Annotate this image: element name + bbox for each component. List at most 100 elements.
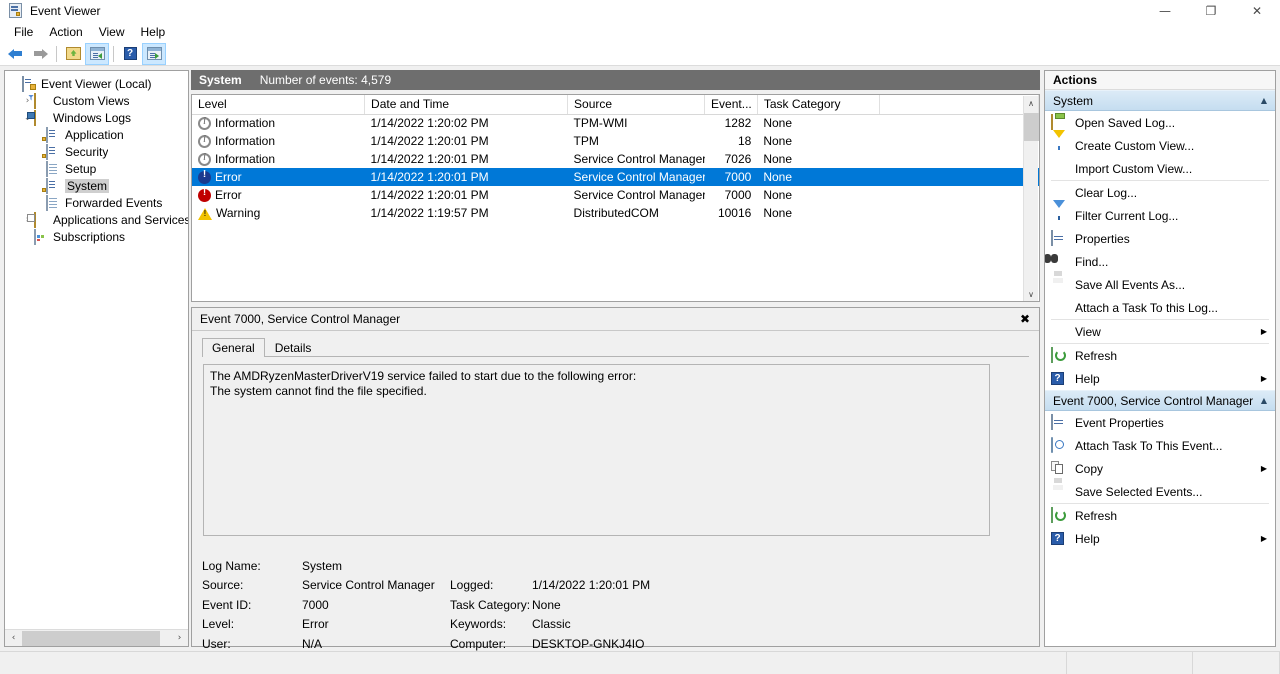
menu-item-file[interactable]: File: [6, 23, 41, 41]
column-header-taskcategory[interactable]: Task Category: [757, 95, 880, 115]
scroll-right-icon[interactable]: ›: [171, 630, 188, 647]
action-item-import-custom-view[interactable]: Import Custom View...: [1045, 157, 1275, 180]
menu-item-view[interactable]: View: [91, 23, 133, 41]
cell-filler: [879, 150, 1038, 168]
up-one-level-button[interactable]: [61, 43, 85, 65]
show-hide-action-pane-button[interactable]: [142, 42, 166, 65]
tree-item-setup[interactable]: Setup: [5, 160, 188, 177]
cell-level: Error: [192, 186, 365, 204]
log-name-label: Log Name:: [202, 558, 261, 573]
scroll-down-icon[interactable]: ∨: [1024, 287, 1038, 301]
windows-logs-folder-icon: [27, 109, 50, 126]
keywords-value: Classic: [532, 617, 571, 632]
no-icon: [1051, 185, 1069, 201]
tree-horizontal-scrollbar[interactable]: ‹ ›: [5, 629, 188, 646]
information-icon: [198, 152, 211, 166]
maximize-button[interactable]: ❐: [1188, 0, 1234, 22]
menu-item-help[interactable]: Help: [133, 23, 174, 41]
action-item-properties[interactable]: Properties: [1045, 227, 1275, 250]
scroll-thumb[interactable]: [1024, 113, 1039, 141]
cell-level: Information: [192, 150, 365, 168]
column-header-source[interactable]: Source: [567, 95, 706, 115]
tree-item-custom-views[interactable]: › Custom Views: [5, 92, 188, 109]
tab-general[interactable]: General: [202, 338, 265, 357]
event-description-box[interactable]: The AMDRyzenMasterDriverV19 service fail…: [203, 364, 990, 536]
tree-item-security[interactable]: Security: [5, 143, 188, 160]
help-question-icon: ?: [123, 47, 137, 60]
action-item-help[interactable]: ? Help ▶: [1045, 367, 1275, 390]
tab-details[interactable]: Details: [265, 338, 322, 357]
action-item-label: Import Custom View...: [1075, 161, 1193, 176]
table-row[interactable]: Warning 1/14/2022 1:19:57 PM DistributedCO…: [192, 204, 1039, 222]
collapse-caret-icon[interactable]: ▲: [1261, 396, 1267, 405]
column-header-eventid[interactable]: Event...: [704, 95, 758, 115]
tree-item-windows-logs[interactable]: ⌄Windows Logs: [5, 109, 188, 126]
action-item-clear-log[interactable]: Clear Log...: [1045, 181, 1275, 204]
minimize-button[interactable]: —: [1142, 0, 1188, 22]
action-item-refresh[interactable]: Refresh: [1045, 504, 1275, 527]
table-row[interactable]: Information 1/14/2022 1:20:01 PM TPM 18 None: [192, 132, 1039, 150]
actions-group-header[interactable]: System ▲: [1045, 90, 1275, 111]
cell-datetime: 1/14/2022 1:20:01 PM: [370, 188, 489, 202]
action-item-save-selected-events[interactable]: Save Selected Events...: [1045, 477, 1275, 503]
submenu-arrow-icon: ▶: [1260, 534, 1267, 543]
detail-title: Event 7000, Service Control Manager: [200, 312, 401, 326]
action-item-label: Attach a Task To this Log...: [1075, 300, 1218, 315]
detail-header: Event 7000, Service Control Manager ✖: [192, 308, 1039, 331]
action-item-open-saved-log[interactable]: Open Saved Log...: [1045, 111, 1275, 134]
help-button[interactable]: ?: [118, 43, 142, 65]
tree-item-applications-and-services-lo[interactable]: ›Applications and Services Lo: [5, 211, 188, 228]
action-item-create-custom-view[interactable]: Create Custom View...: [1045, 129, 1275, 157]
collapse-caret-icon[interactable]: ▲: [1261, 96, 1267, 105]
action-item-refresh[interactable]: Refresh: [1045, 344, 1275, 367]
show-hide-console-tree-button[interactable]: [85, 42, 109, 65]
action-item-attach-a-task-to-this-log[interactable]: Attach a Task To this Log...: [1045, 296, 1275, 319]
logged-label: Logged:: [450, 578, 494, 593]
action-item-label: Refresh: [1075, 348, 1118, 363]
table-header-row: Level Date and Time Source Event... Task…: [192, 95, 1039, 115]
events-vertical-scrollbar[interactable]: ∧ ∨: [1023, 96, 1039, 301]
information-icon: [198, 134, 211, 148]
action-item-label: Clear Log...: [1075, 185, 1138, 200]
expand-toggle-icon[interactable]: ›: [21, 96, 34, 106]
tree-item-subscriptions[interactable]: Subscriptions: [5, 228, 188, 245]
table-row[interactable]: Information 1/14/2022 1:20:01 PM Service C…: [192, 150, 1039, 168]
table-row[interactable]: Error1/14/2022 1:20:01 PMService Control…: [192, 168, 1039, 186]
tree-item-event-viewer-local[interactable]: Event Viewer (Local): [5, 75, 188, 92]
action-item-filter-current-log[interactable]: Filter Current Log...: [1045, 199, 1275, 227]
action-item-copy[interactable]: Copy ▶: [1045, 457, 1275, 480]
action-item-attach-task-to-this-event[interactable]: Attach Task To This Event...: [1045, 434, 1275, 457]
actions-group-header[interactable]: Event 7000, Service Control Manager ▲: [1045, 390, 1275, 411]
back-button[interactable]: [4, 43, 28, 65]
table-row[interactable]: Error1/14/2022 1:20:01 PMService Control…: [192, 186, 1039, 204]
task-category-label: Task Category:: [450, 597, 531, 612]
column-header-level[interactable]: Level: [192, 95, 366, 115]
tree-item-system[interactable]: System: [5, 177, 188, 194]
log-icon: [42, 126, 62, 143]
events-list[interactable]: Level Date and Time Source Event... Task…: [191, 94, 1040, 302]
actions-title: Actions: [1045, 71, 1275, 90]
computer-value: DESKTOP-GNKJ4IO: [532, 636, 645, 651]
column-header-datetime[interactable]: Date and Time: [364, 95, 569, 115]
close-icon[interactable]: ✖: [1017, 311, 1033, 327]
action-item-find[interactable]: Find...: [1045, 250, 1275, 273]
forward-button[interactable]: [28, 43, 52, 65]
scroll-up-icon[interactable]: ∧: [1024, 96, 1038, 111]
menu-item-action[interactable]: Action: [41, 23, 90, 41]
tree-item-application[interactable]: Application: [5, 126, 188, 143]
no-icon: [1051, 161, 1069, 177]
scroll-thumb[interactable]: [22, 630, 160, 646]
table-row[interactable]: Information 1/14/2022 1:20:02 PM TPM-WMI 12…: [192, 114, 1039, 132]
close-button[interactable]: ✕: [1234, 0, 1280, 22]
cell-level: Error: [192, 168, 365, 186]
action-item-help[interactable]: ? Help ▶: [1045, 527, 1275, 550]
tree-item-label: Event Viewer (Local): [41, 76, 152, 91]
cell-task-category: None: [763, 188, 792, 202]
action-item-save-all-events-as[interactable]: Save All Events As...: [1045, 270, 1275, 296]
action-item-view[interactable]: View ▶: [1045, 320, 1275, 343]
scroll-track[interactable]: [22, 629, 171, 646]
tree-item-forwarded-events[interactable]: Forwarded Events: [5, 194, 188, 211]
action-item-event-properties[interactable]: Event Properties: [1045, 411, 1275, 434]
field-row-source: Source: Service Control Manager Logged: …: [202, 576, 902, 596]
scroll-left-icon[interactable]: ‹: [5, 630, 22, 647]
